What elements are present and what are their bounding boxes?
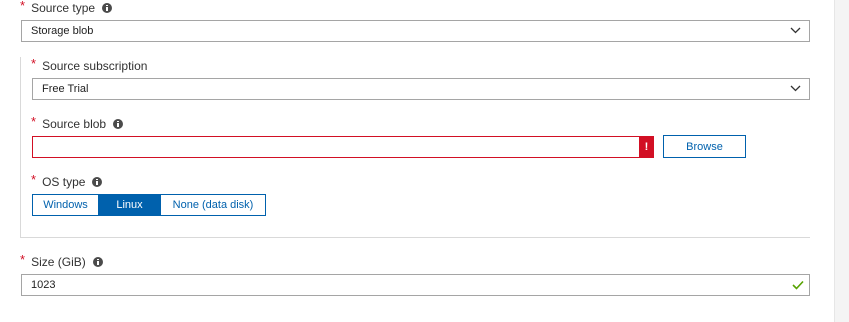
source-blob-label: * Source blob (31, 114, 124, 131)
size-value: 1023 (31, 279, 56, 291)
size-label-text: Size (GiB) (31, 255, 86, 269)
info-icon[interactable] (92, 257, 103, 267)
source-blob-label-text: Source blob (42, 117, 107, 131)
source-blob-input[interactable] (32, 136, 640, 158)
required-asterisk: * (31, 114, 37, 129)
chevron-down-icon (790, 85, 801, 92)
source-type-label-text: Source type (31, 1, 96, 15)
source-type-label: * Source type (20, 0, 113, 15)
info-icon[interactable] (102, 3, 113, 13)
os-type-label-text: OS type (42, 175, 86, 189)
source-type-value: Storage blob (31, 25, 94, 37)
os-type-label: * OS type (31, 172, 103, 189)
required-asterisk: * (20, 0, 26, 13)
os-type-option-none[interactable]: None (data disk) (160, 194, 266, 216)
scrollbar-track[interactable] (834, 0, 849, 322)
required-asterisk: * (31, 56, 37, 71)
os-type-option-linux[interactable]: Linux (98, 194, 161, 216)
error-icon: ! (639, 136, 654, 158)
checkmark-icon (792, 280, 804, 290)
os-type-option-windows[interactable]: Windows (32, 194, 99, 216)
source-subscription-dropdown[interactable]: Free Trial (32, 78, 810, 100)
browse-button[interactable]: Browse (663, 135, 746, 158)
source-subscription-label: * Source subscription (31, 56, 148, 74)
info-icon[interactable] (113, 119, 124, 129)
size-label: * Size (GiB) (20, 252, 103, 269)
source-subscription-label-text: Source subscription (42, 59, 148, 73)
size-input[interactable]: 1023 (21, 274, 810, 296)
source-type-dropdown[interactable]: Storage blob (21, 20, 810, 42)
required-asterisk: * (31, 172, 37, 187)
source-subscription-value: Free Trial (42, 83, 89, 95)
chevron-down-icon (790, 27, 801, 34)
info-icon[interactable] (92, 177, 103, 187)
required-asterisk: * (20, 252, 26, 267)
